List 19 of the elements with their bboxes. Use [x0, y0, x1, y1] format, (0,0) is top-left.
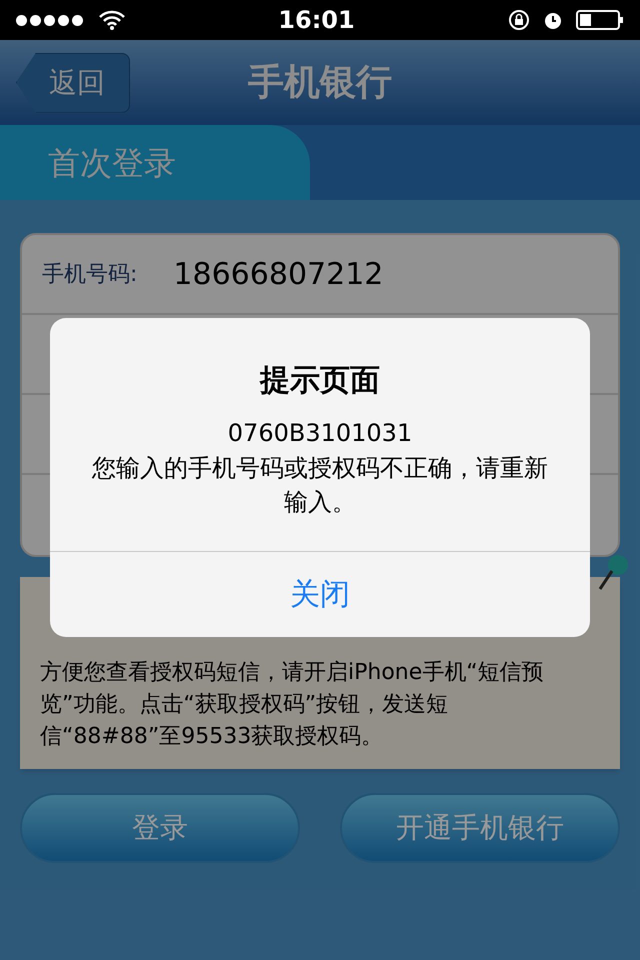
- tip-text: 览”功能。点击“获取授权码”按钮，发送短: [40, 691, 450, 719]
- signal-icon: [16, 14, 83, 26]
- status-time: 16:01: [278, 5, 355, 36]
- close-button[interactable]: 关闭: [50, 551, 590, 637]
- nav-title: 手机银行: [248, 60, 392, 104]
- rotation-lock-icon: [508, 9, 530, 31]
- battery-icon: [576, 9, 624, 31]
- tip-text: 信“88#88”至95533获取授权码。: [40, 723, 384, 751]
- field-label: 手机号码:: [42, 260, 138, 288]
- tab[interactable]: 首次登录: [0, 125, 310, 200]
- tip-text: 方便您查看授权码短信，请开启iPhone手机“短信预: [40, 659, 545, 687]
- wifi-icon: [99, 10, 125, 30]
- phone-number-value[interactable]: 18666807212: [173, 252, 384, 296]
- back-button[interactable]: 返回: [16, 52, 130, 112]
- activate-button[interactable]: 开通手机银行: [340, 793, 620, 863]
- login-button[interactable]: 登录: [20, 793, 300, 863]
- alert-message: 您输入的手机号码或授权码不正确，请重新输入。: [91, 453, 549, 518]
- alert-code: 0760B3101031: [228, 418, 412, 449]
- alert-title: 提示页面: [260, 362, 380, 400]
